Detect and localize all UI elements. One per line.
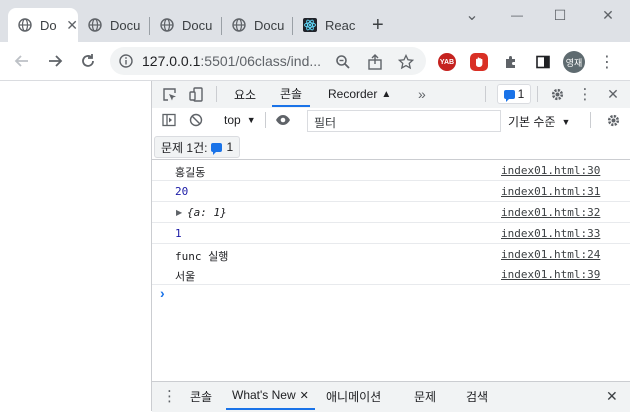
- devtools-drawer: [152, 381, 630, 412]
- flask-icon: ▲: [381, 88, 392, 100]
- inspect-element-icon[interactable]: [159, 85, 179, 103]
- source-link[interactable]: index01.html:30: [501, 164, 600, 177]
- tab-label: Docu: [182, 17, 213, 33]
- devtools-menu-icon[interactable]: ⋮: [575, 85, 595, 103]
- tab-2[interactable]: Docu: [78, 8, 148, 42]
- live-expression-eye-icon[interactable]: [273, 111, 293, 129]
- drawer-tab-whats-new[interactable]: What's New ✕: [226, 382, 315, 410]
- url-host: 127.0.0.1: [142, 53, 201, 69]
- tab-4[interactable]: Docu: [222, 8, 292, 42]
- device-toolbar-icon[interactable]: [186, 85, 206, 103]
- address-url: 127.0.0.1:5501/06class/ind...: [142, 53, 321, 69]
- tab-label: Do: [40, 17, 57, 33]
- source-link[interactable]: index01.html:24: [501, 248, 600, 261]
- more-menu-icon[interactable]: ⋮: [598, 53, 616, 71]
- console-message: 1: [175, 227, 182, 240]
- source-link[interactable]: index01.html:31: [501, 185, 600, 198]
- drawer-close-icon[interactable]: ✕: [606, 382, 618, 410]
- profile-avatar[interactable]: 영재: [563, 51, 585, 73]
- tab-recorder[interactable]: Recorder ▲: [322, 81, 397, 107]
- tab-active[interactable]: Do ✕: [8, 8, 78, 42]
- dropdown-arrow-icon: ▼: [561, 116, 571, 127]
- maximize-button[interactable]: ☐: [546, 6, 574, 24]
- message-icon: [503, 89, 515, 102]
- tab-label: Docu: [110, 17, 141, 33]
- devtools-close-icon[interactable]: ✕: [603, 85, 623, 103]
- close-window-button[interactable]: ✕: [594, 6, 622, 24]
- toolbar-divider: [537, 86, 538, 102]
- url-path: :5501/06class/ind...: [200, 53, 322, 69]
- more-tabs-icon[interactable]: »: [418, 81, 426, 107]
- filter-input[interactable]: 필터: [307, 110, 501, 132]
- sidebar-toggle-icon[interactable]: [159, 111, 179, 129]
- log-levels-dropdown[interactable]: 기본 수준 ▼: [508, 113, 570, 130]
- drawer-tab-whats-new-label: What's New: [232, 388, 296, 402]
- context-value: top: [224, 113, 241, 127]
- drawer-tab-animations[interactable]: 애니메이션: [320, 382, 387, 410]
- close-tab-icon[interactable]: ✕: [300, 389, 309, 402]
- log-levels-label: 기본 수준: [508, 115, 556, 129]
- tab-search-icon[interactable]: ⌄: [458, 6, 486, 24]
- issues-count-badge: 1: [226, 140, 234, 154]
- source-link[interactable]: index01.html:33: [501, 227, 600, 240]
- console-message: func 실행: [175, 250, 229, 263]
- puzzle-extensions-icon[interactable]: [502, 53, 520, 71]
- tab-label: React: [325, 17, 355, 33]
- zoom-icon[interactable]: [334, 53, 352, 71]
- globe-icon: [160, 18, 174, 32]
- globe-icon: [88, 18, 102, 32]
- close-tab-icon[interactable]: ✕: [66, 17, 78, 34]
- issues-counter: 1: [517, 87, 525, 101]
- react-icon: [303, 18, 317, 32]
- reload-icon[interactable]: [76, 50, 100, 72]
- new-tab-button[interactable]: +: [372, 14, 392, 36]
- back-icon[interactable]: [10, 50, 34, 72]
- filter-placeholder: 필터: [314, 116, 337, 130]
- console-message: 20: [175, 185, 189, 198]
- site-info-icon[interactable]: [119, 54, 133, 68]
- tab-5[interactable]: React: [293, 8, 355, 42]
- share-icon[interactable]: [366, 53, 384, 71]
- issues-counter-button[interactable]: 1: [497, 84, 531, 104]
- console-message: 서울: [175, 270, 196, 283]
- tab-3[interactable]: Docu: [150, 8, 220, 42]
- toolbar-divider: [485, 86, 486, 102]
- tab-recorder-label: Recorder: [328, 87, 378, 101]
- globe-icon: [232, 18, 246, 32]
- message-icon: [211, 142, 223, 155]
- source-link[interactable]: index01.html:32: [501, 206, 600, 219]
- dropdown-arrow-icon: ▼: [246, 115, 256, 125]
- globe-icon: [18, 18, 32, 32]
- drawer-tab-issues[interactable]: 문제: [408, 382, 442, 410]
- tab-label: Docu: [254, 17, 285, 33]
- toolbar-divider: [216, 86, 217, 102]
- drawer-tab-search[interactable]: 검색: [460, 382, 494, 410]
- toolbar-divider: [265, 112, 266, 128]
- toolbar-divider: [590, 112, 591, 128]
- tab-elements[interactable]: 요소: [226, 81, 264, 107]
- minimize-button[interactable]: —: [503, 6, 531, 24]
- clear-console-icon[interactable]: [186, 111, 206, 129]
- console-message: 홍길동: [175, 166, 206, 179]
- bookmark-star-icon[interactable]: [397, 53, 415, 71]
- stop-hand-extension-icon[interactable]: [470, 53, 488, 71]
- console-prompt-icon[interactable]: ›: [160, 285, 165, 301]
- context-selector[interactable]: top ▼: [224, 113, 256, 127]
- console-object[interactable]: {a: 1}: [187, 206, 227, 219]
- page-viewport: [0, 81, 152, 411]
- tab-console[interactable]: 콘솔: [272, 81, 311, 107]
- console-input[interactable]: [175, 285, 625, 305]
- issues-label: 문제 1건:: [161, 140, 208, 155]
- source-link[interactable]: index01.html:39: [501, 268, 600, 281]
- issues-button[interactable]: 문제 1건: 1: [154, 136, 241, 158]
- console-settings-gear-icon[interactable]: [603, 111, 623, 129]
- side-panel-icon[interactable]: [534, 53, 552, 71]
- yab-extension-icon[interactable]: YAB: [438, 53, 456, 71]
- settings-gear-icon[interactable]: [547, 85, 567, 103]
- expand-triangle-icon[interactable]: ▶: [176, 208, 182, 217]
- drawer-menu-icon[interactable]: ⋮: [162, 382, 177, 410]
- drawer-tab-console[interactable]: 콘솔: [182, 382, 220, 410]
- forward-icon[interactable]: [43, 50, 67, 72]
